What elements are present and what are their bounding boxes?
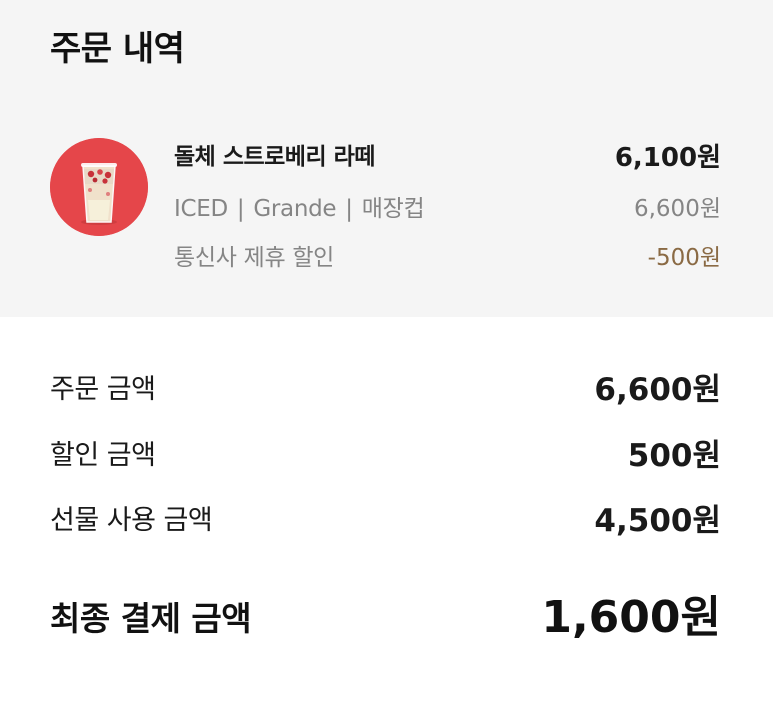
discount-amount-label: 할인 금액	[50, 440, 156, 471]
order-details-section: 주문 내역 돌체 스트로베리 라떼 6,100원 ICED | Grande |…	[0, 0, 773, 317]
option-cup: 매장컵	[361, 196, 425, 222]
item-price: 6,100원	[614, 143, 721, 173]
item-options: ICED | Grande | 매장컵	[174, 192, 425, 226]
drink-illustration	[50, 138, 148, 236]
gift-amount-label: 선물 사용 금액	[50, 505, 213, 536]
option-separator: |	[236, 196, 245, 222]
final-amount-value: 1,600원	[541, 592, 721, 643]
item-original-price: 6,600원	[633, 196, 721, 222]
discount-amount-value: 500원	[627, 438, 721, 474]
option-size: Grande	[253, 196, 337, 222]
order-details-title: 주문 내역	[50, 29, 185, 69]
final-amount-label: 최종 결제 금액	[50, 599, 252, 638]
option-temperature: ICED	[174, 196, 228, 222]
strawberry-latte-icon	[50, 138, 148, 236]
item-discount-label: 통신사 제휴 할인	[174, 245, 335, 271]
item-discount-value: -500원	[647, 245, 721, 271]
option-separator: |	[345, 196, 353, 222]
order-amount-value: 6,600원	[594, 372, 721, 408]
gift-amount-value: 4,500원	[594, 503, 721, 539]
order-summary-screen: 주문 내역 돌체 스트로베리 라떼 6,100원 ICED | Grande |…	[0, 0, 773, 713]
item-name: 돌체 스트로베리 라떼	[174, 144, 375, 170]
order-amount-label: 주문 금액	[50, 374, 156, 405]
